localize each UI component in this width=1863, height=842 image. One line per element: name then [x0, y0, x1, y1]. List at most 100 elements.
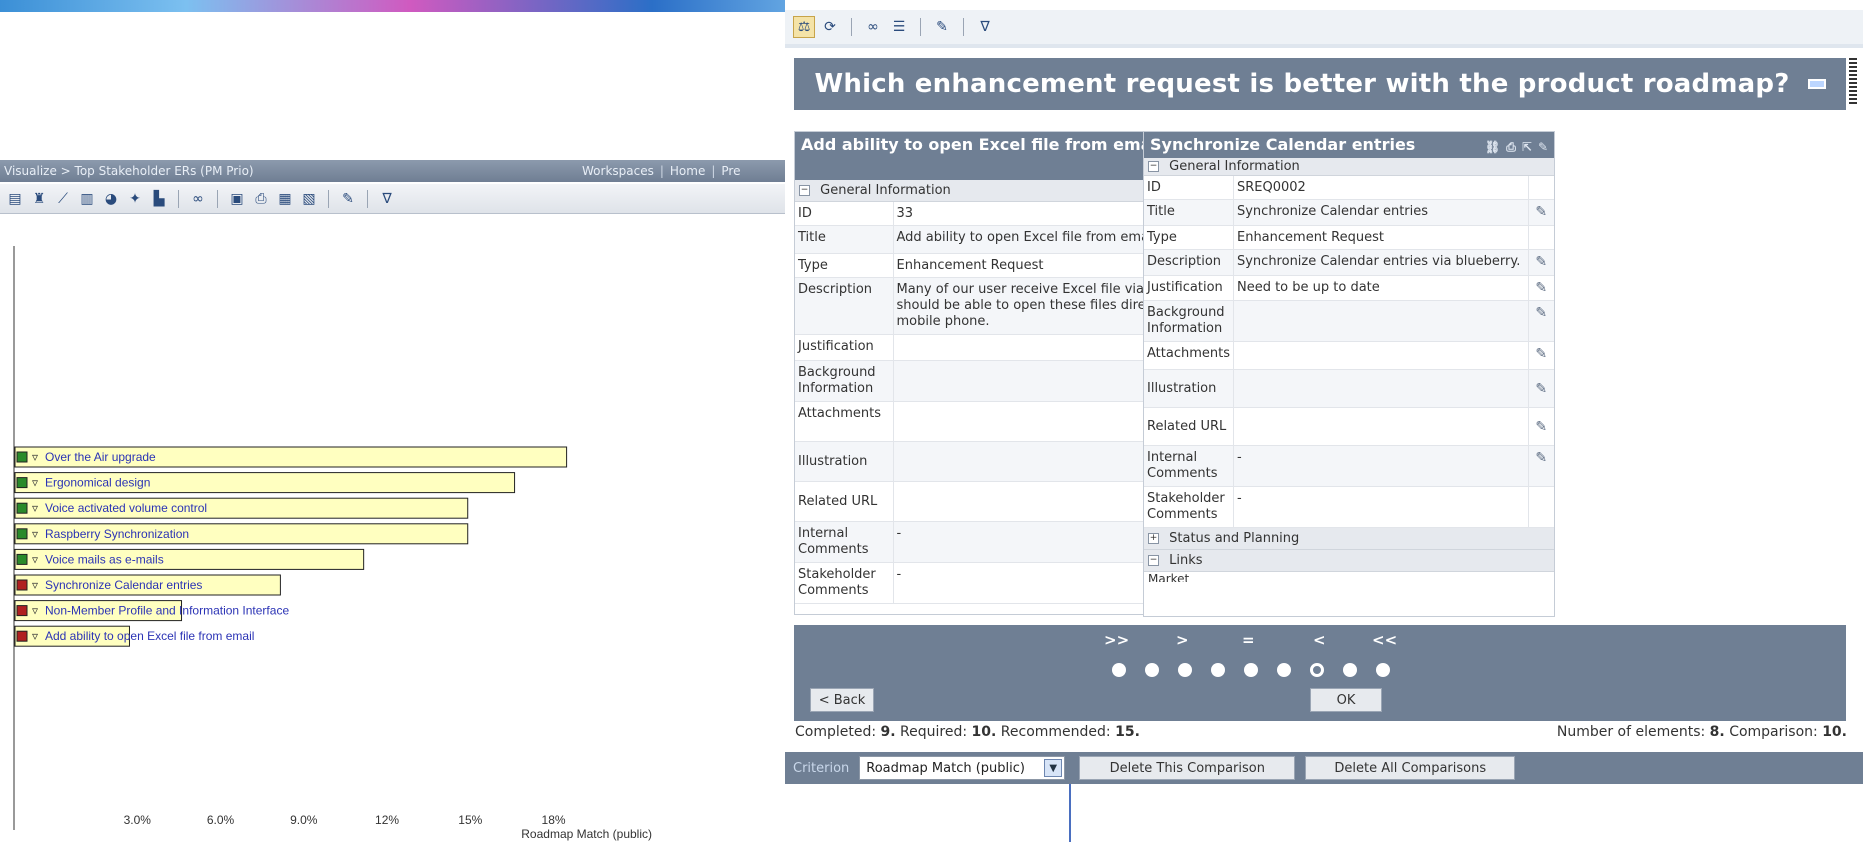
section-label: General Information: [820, 183, 951, 198]
prop-value: [1233, 369, 1529, 408]
vote-option-radio[interactable]: [1112, 663, 1126, 677]
section-general-information[interactable]: − General Information: [1144, 158, 1554, 176]
chart-toolbar: ▤ ♜ ⟋ ▥ ◕ ✦ ▙ ∞ ▣ ⎙ ▦ ▧ ✎ ∇: [0, 184, 785, 214]
bar-chart-icon[interactable]: ▥: [76, 188, 98, 210]
export-icon[interactable]: ⇱: [1522, 138, 1532, 156]
help-icon[interactable]: [1807, 79, 1826, 89]
tree-icon[interactable]: ▤: [4, 188, 26, 210]
vote-option-radio[interactable]: [1145, 663, 1159, 677]
criterion-bar: Criterion Roadmap Match (public) ▼ Delet…: [785, 752, 1863, 784]
section-label: Links: [1169, 553, 1203, 568]
back-button[interactable]: < Back: [810, 688, 874, 712]
expand-icon[interactable]: +: [1148, 533, 1159, 544]
prop-value: [1233, 300, 1529, 342]
delete-all-comparisons-button[interactable]: Delete All Comparisons: [1305, 756, 1516, 780]
link-icon[interactable]: ⛓: [1485, 138, 1500, 156]
edit-icon[interactable]: ✎: [337, 188, 359, 210]
table-row: Attachments ✎: [1144, 341, 1554, 370]
progress-counts: Completed: 9. Required: 10. Recommended:…: [795, 724, 1140, 740]
vote-option-radio[interactable]: [1211, 663, 1225, 677]
table-row: Stakeholder Comments -: [1144, 486, 1554, 528]
nav-home-link[interactable]: Home: [670, 164, 705, 178]
bar-chart-svg: ▿ Over the Air upgrade ▿ Ergonomical design…: [13, 246, 652, 841]
vote-option-radio[interactable]: [1244, 663, 1258, 677]
edit-icon[interactable]: ✎: [1538, 138, 1548, 156]
section-links[interactable]: − Links: [1144, 550, 1554, 572]
print-icon[interactable]: ⎙: [250, 188, 272, 210]
edit-icon[interactable]: ✎: [1528, 300, 1554, 342]
edit-icon[interactable]: ✎: [931, 16, 953, 38]
ok-button[interactable]: OK: [1310, 688, 1382, 712]
status-flag-icon: [16, 553, 28, 565]
prop-value: [1233, 407, 1529, 446]
completed-label: Completed:: [795, 724, 877, 740]
nav-preferences-link[interactable]: Pre: [721, 164, 740, 178]
vote-label-equal: =: [1242, 631, 1255, 649]
chevron-down-icon[interactable]: ▼: [1044, 759, 1063, 777]
collapse-icon[interactable]: −: [1148, 555, 1159, 566]
table-row: Related URL ✎: [1144, 407, 1554, 446]
row-spacer: [1528, 486, 1554, 528]
refresh-icon[interactable]: ⟳: [819, 16, 841, 38]
pie-chart-icon[interactable]: ◕: [100, 188, 122, 210]
filter-icon[interactable]: ∇: [376, 188, 398, 210]
elements-label: Number of elements:: [1556, 724, 1706, 740]
prop-key: Illustration: [795, 441, 894, 482]
image-icon[interactable]: ▧: [298, 188, 320, 210]
criterion-select[interactable]: Roadmap Match (public) ▼: [859, 756, 1066, 780]
nav-workspaces-link[interactable]: Workspaces: [582, 164, 654, 178]
breadcrumb[interactable]: Visualize > Top Stakeholder ERs (PM Prio…: [4, 164, 254, 178]
prop-value: Synchronize Calendar entries: [1233, 199, 1529, 226]
table-row: Internal Comments - ✎: [1144, 445, 1554, 487]
prop-key: Related URL: [1144, 407, 1234, 446]
section-status-and-planning[interactable]: + Status and Planning: [1144, 528, 1554, 550]
comparison-toolbar: ⚖ ⟳ ∞ ☰ ✎ ∇: [785, 10, 1863, 44]
radar-icon[interactable]: ✦: [124, 188, 146, 210]
vote-option-radio[interactable]: [1343, 663, 1357, 677]
list-icon[interactable]: ☰: [888, 16, 910, 38]
prop-key: Justification: [795, 334, 894, 361]
edit-icon[interactable]: ✎: [1528, 445, 1554, 487]
binoculars-icon[interactable]: ∞: [862, 16, 884, 38]
comparison-question: Which enhancement request is better with…: [794, 58, 1846, 110]
edit-icon[interactable]: ✎: [1528, 407, 1554, 446]
line-chart-icon[interactable]: ⟋: [52, 188, 74, 210]
bar-label: Ergonomical design: [45, 476, 150, 490]
prop-key: Description: [795, 277, 894, 335]
status-flag-icon: [16, 579, 28, 591]
vote-option-radio[interactable]: [1310, 663, 1324, 677]
delete-this-comparison-button[interactable]: Delete This Comparison: [1079, 756, 1296, 780]
right-card-body: − General Information ID SREQ0002 Title …: [1144, 158, 1554, 582]
print-icon[interactable]: ⎙: [1506, 138, 1516, 156]
vote-option-radio[interactable]: [1178, 663, 1192, 677]
save-icon[interactable]: ▣: [226, 188, 248, 210]
prop-value: [1233, 341, 1529, 370]
stacked-icon[interactable]: ▙: [148, 188, 170, 210]
criterion-label: Criterion: [793, 760, 850, 776]
collapse-icon[interactable]: −: [799, 185, 810, 196]
balance-icon[interactable]: ⚖: [793, 16, 815, 38]
status-flag-icon: [16, 630, 28, 642]
left-card-title: Add ability to open Excel file from emai…: [801, 135, 1163, 154]
vote-option-radio[interactable]: [1376, 663, 1390, 677]
binoculars-icon[interactable]: ∞: [187, 188, 209, 210]
edit-icon[interactable]: ✎: [1528, 275, 1554, 301]
org-icon[interactable]: ♜: [28, 188, 50, 210]
toolbar-divider: [178, 189, 179, 208]
edit-icon[interactable]: ✎: [1528, 249, 1554, 276]
filter-icon[interactable]: ∇: [974, 16, 996, 38]
collapse-icon[interactable]: −: [1148, 161, 1159, 172]
edit-icon[interactable]: ✎: [1528, 341, 1554, 370]
vote-option-radio[interactable]: [1277, 663, 1291, 677]
edit-icon[interactable]: ✎: [1528, 199, 1554, 226]
toolbar-divider: [367, 189, 368, 208]
prop-key: Internal Comments: [795, 521, 894, 563]
filter-funnel-icon: ▿: [32, 527, 38, 541]
resize-grip[interactable]: [1849, 58, 1857, 104]
edit-icon[interactable]: ✎: [1528, 369, 1554, 408]
card-header-icons: ⛓ ⎙ ⇱ ✎: [1485, 138, 1548, 156]
vote-label-better-left: >: [1176, 631, 1189, 649]
bar-chart: ▿ Over the Air upgrade ▿ Ergonomical design…: [0, 246, 785, 842]
export-icon[interactable]: ▦: [274, 188, 296, 210]
prop-key: Type: [795, 253, 894, 278]
